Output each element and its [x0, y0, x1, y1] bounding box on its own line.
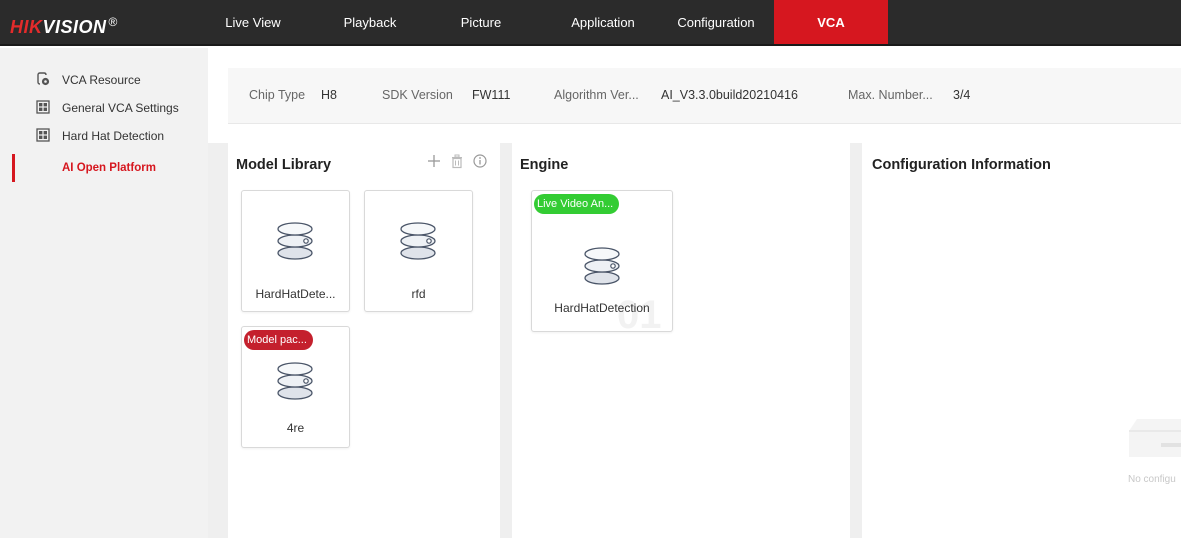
sidebar-item-label: Hard Hat Detection: [62, 129, 165, 143]
grid-icon: [36, 128, 50, 142]
database-icon: [277, 362, 313, 400]
model-name: rfd: [411, 287, 426, 301]
panel-gap: [850, 143, 862, 538]
model-library-title: Model Library: [236, 157, 332, 173]
algorithm-version-label: Algorithm Ver...: [554, 88, 639, 102]
engine-channel-watermark: 01: [617, 293, 662, 337]
chip-type-label: Chip Type: [249, 88, 306, 102]
nav-vca[interactable]: VCA: [774, 0, 888, 46]
engine-card-hardhat[interactable]: 01 Live Video An... HardHatDetection: [531, 190, 673, 337]
sidebar-item-hard-hat-detection[interactable]: Hard Hat Detection: [0, 122, 208, 150]
model-card-hardhat[interactable]: HardHatDete...: [241, 190, 350, 312]
no-configuration-text: No configu: [1128, 474, 1176, 485]
nav-application[interactable]: Application: [558, 0, 648, 46]
model-package-badge: Model pac...: [244, 330, 313, 350]
max-number-label: Max. Number...: [848, 88, 933, 102]
sidebar-item-label: AI Open Platform: [62, 162, 156, 174]
model-name: HardHatDete...: [255, 287, 336, 301]
model-name: 4re: [286, 421, 305, 435]
empty-box-icon: [1129, 419, 1181, 457]
panel-gap: [500, 143, 512, 538]
nav-picture[interactable]: Picture: [450, 0, 512, 46]
panel-gap: [208, 143, 228, 538]
sidebar: VCA Resource General VCA Settings Hard H…: [0, 48, 208, 538]
logo-text-white: VISION: [42, 17, 107, 37]
engine-name: HardHatDetection: [554, 301, 650, 315]
sidebar-item-vca-resource[interactable]: VCA Resource: [0, 66, 208, 94]
delete-icon[interactable]: [449, 153, 465, 169]
engine-panel: Engine 01 Live Video An... HardHatDetect…: [512, 143, 850, 538]
database-icon: [400, 222, 436, 260]
model-library-panel: Model Library HardHatDete... rfd Model p…: [228, 143, 500, 538]
vca-resource-icon: [37, 72, 50, 86]
device-info-bar: Chip Type H8 SDK Version FW111 Algorithm…: [228, 68, 1181, 124]
sdk-version-label: SDK Version: [382, 88, 453, 102]
registered-mark: ®: [108, 15, 118, 29]
max-number-value: 3/4: [953, 88, 971, 102]
top-navigation-bar: HIKVISION ® Live View Playback Picture Ap…: [0, 0, 1181, 46]
add-icon[interactable]: [426, 153, 442, 169]
sidebar-item-label: VCA Resource: [62, 73, 141, 87]
sidebar-item-general-vca-settings[interactable]: General VCA Settings: [0, 94, 208, 122]
configuration-info-title: Configuration Information: [872, 157, 1051, 173]
nav-live-view[interactable]: Live View: [218, 0, 288, 46]
sidebar-item-ai-open-platform[interactable]: AI Open Platform: [0, 154, 208, 182]
algorithm-version-value: AI_V3.3.0build20210416: [661, 88, 798, 102]
grid-icon: [36, 100, 50, 114]
engine-title: Engine: [520, 157, 569, 173]
nav-configuration[interactable]: Configuration: [668, 0, 764, 46]
info-icon[interactable]: [472, 153, 488, 169]
hikvision-logo: HIKVISION ®: [10, 10, 118, 37]
sidebar-item-label: General VCA Settings: [62, 101, 179, 115]
chip-type-value: H8: [321, 88, 337, 102]
live-video-badge: Live Video An...: [534, 194, 620, 214]
logo-text-red: HIK: [10, 17, 43, 37]
model-card-4re[interactable]: Model pac... 4re: [241, 326, 350, 448]
model-card-rfd[interactable]: rfd: [364, 190, 473, 312]
nav-playback[interactable]: Playback: [330, 0, 410, 46]
database-icon: [584, 247, 620, 285]
database-icon: [277, 222, 313, 260]
sdk-version-value: FW111: [472, 88, 511, 102]
